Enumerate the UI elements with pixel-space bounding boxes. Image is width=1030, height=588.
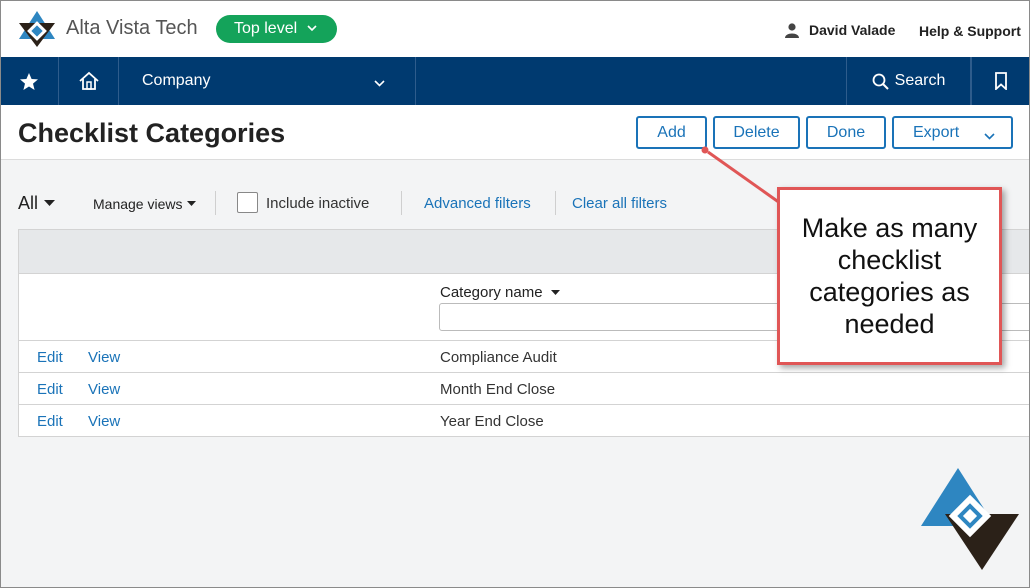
callout-text: Make as many checklist categories as nee… xyxy=(801,213,978,339)
annotation-callout: Make as many checklist categories as nee… xyxy=(777,187,1002,365)
